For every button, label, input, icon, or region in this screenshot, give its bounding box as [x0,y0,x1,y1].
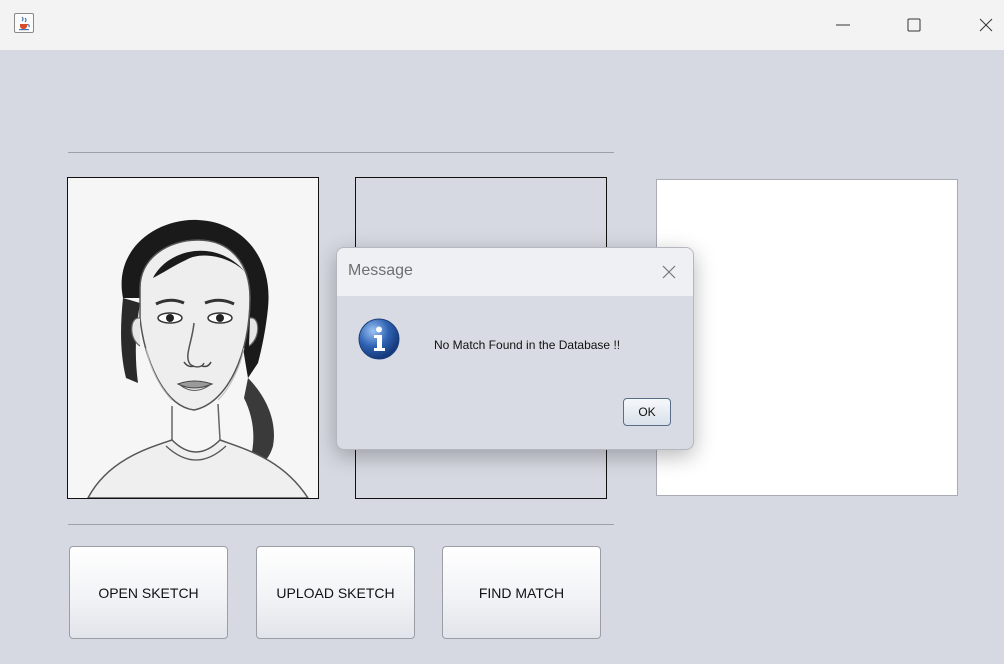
dialog-title: Message [348,262,413,279]
dialog-header: Message [337,248,693,296]
sketch-portrait-image [68,178,318,498]
bottom-separator [68,524,614,525]
minimize-icon[interactable] [831,13,855,37]
find-match-button[interactable]: FIND MATCH [442,546,601,639]
title-bar [0,0,1004,50]
ok-button[interactable]: OK [623,398,671,426]
java-cup-icon[interactable] [14,13,34,33]
maximize-icon[interactable] [902,13,926,37]
open-sketch-button[interactable]: OPEN SKETCH [69,546,228,639]
close-icon[interactable] [974,13,998,37]
info-icon [357,317,401,361]
message-dialog: Message No Match Found in the Database !… [336,247,694,450]
dialog-message: No Match Found in the Database !! [434,338,621,352]
match-result-panel [656,179,958,496]
sketch-image-panel [67,177,319,499]
upload-sketch-button[interactable]: UPLOAD SKETCH [256,546,415,639]
top-separator [68,152,614,153]
close-icon[interactable] [658,261,680,283]
